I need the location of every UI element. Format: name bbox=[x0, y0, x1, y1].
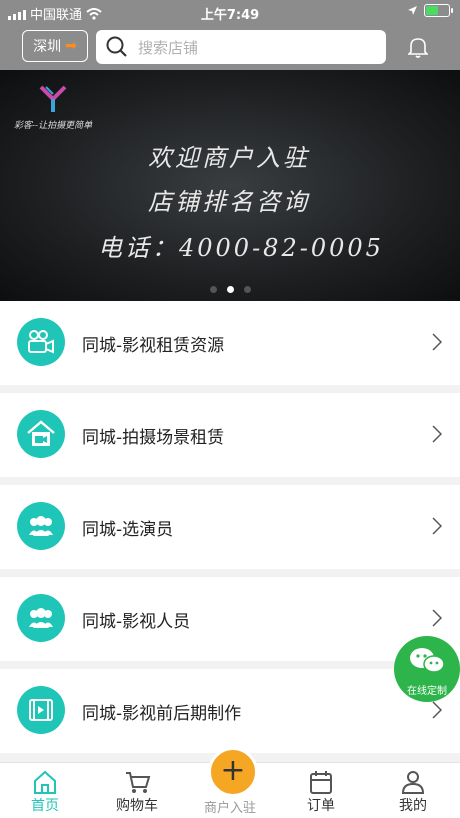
brand-logo bbox=[39, 85, 67, 112]
top-header: 深圳 ➡ 搜索店铺 bbox=[0, 24, 460, 70]
banner-line-2: 店铺排名咨询 bbox=[148, 188, 310, 216]
category-item-post-production[interactable]: 同城-影视前后期制作 bbox=[0, 669, 460, 753]
film-icon bbox=[17, 686, 65, 734]
tab-label: 购物车 bbox=[116, 798, 158, 814]
carousel-dot-active[interactable] bbox=[226, 286, 234, 293]
banner-tagline: 彩客--让拍摄更简单 bbox=[14, 121, 93, 131]
cart-icon bbox=[126, 772, 151, 793]
status-right bbox=[407, 4, 453, 17]
tab-label: 我的 bbox=[399, 798, 427, 814]
banner-line-3: 电话：4000-82-0005 bbox=[98, 234, 384, 262]
category-item-film-staff[interactable]: 同城-影视人员 bbox=[0, 577, 460, 661]
category-label: 同城-影视租赁资源 bbox=[82, 336, 225, 356]
chevron-right-icon bbox=[432, 609, 442, 627]
clock: 上午7:49 bbox=[200, 8, 260, 23]
city-label: 深圳 bbox=[33, 39, 62, 55]
bell-icon[interactable] bbox=[408, 36, 428, 58]
category-label: 同城-拍摄场景租赁 bbox=[82, 428, 225, 448]
calendar-icon bbox=[310, 771, 332, 794]
category-item-scene-rental[interactable]: 同城-拍摄场景租赁 bbox=[0, 393, 460, 477]
tab-label: 首页 bbox=[31, 798, 59, 814]
category-item-rental-resources[interactable]: 同城-影视租赁资源 bbox=[0, 301, 460, 385]
house-camera-icon bbox=[17, 410, 65, 458]
bottom-tab-bar: 首页 购物车 + 商户入驻 订单 我的 bbox=[0, 747, 460, 818]
carousel-dot[interactable] bbox=[209, 286, 217, 293]
location-arrow-icon bbox=[408, 6, 417, 15]
tab-label: 订单 bbox=[307, 798, 335, 814]
category-label: 同城-选演员 bbox=[82, 520, 174, 540]
banner-line-1: 欢迎商户入驻 bbox=[148, 144, 310, 172]
people-icon bbox=[17, 502, 65, 550]
category-label: 同城-影视前后期制作 bbox=[82, 704, 242, 724]
category-item-select-actors[interactable]: 同城-选演员 bbox=[0, 485, 460, 569]
search-placeholder: 搜索店铺 bbox=[138, 38, 199, 57]
city-selector[interactable]: 深圳 ➡ bbox=[22, 30, 88, 62]
tab-orders[interactable]: 订单 bbox=[286, 769, 356, 815]
chevron-right-icon bbox=[432, 425, 442, 443]
people-icon bbox=[17, 594, 65, 642]
wechat-icon bbox=[410, 648, 445, 673]
user-icon bbox=[401, 771, 425, 794]
carousel-dot[interactable] bbox=[243, 286, 251, 293]
wechat-label: 在线定制 bbox=[407, 686, 447, 697]
status-bar: 中国联通 上午7:49 bbox=[0, 0, 460, 24]
arrow-right-icon: ➡ bbox=[65, 38, 77, 54]
promo-banner[interactable]: 彩客--让拍摄更简单 欢迎商户入驻 店铺排名咨询 电话：4000-82-0005 bbox=[0, 70, 460, 301]
tab-cart[interactable]: 购物车 bbox=[102, 769, 172, 815]
wechat-custom-button[interactable]: 在线定制 bbox=[394, 636, 460, 702]
add-merchant-button[interactable]: + bbox=[208, 747, 258, 797]
tab-mine[interactable]: 我的 bbox=[378, 769, 448, 815]
chevron-right-icon bbox=[432, 333, 442, 351]
battery-icon bbox=[424, 4, 453, 17]
home-icon bbox=[34, 770, 56, 794]
chevron-right-icon bbox=[432, 701, 442, 719]
category-label: 同城-影视人员 bbox=[82, 612, 191, 632]
tab-home[interactable]: 首页 bbox=[10, 769, 80, 815]
camera-icon bbox=[17, 318, 65, 366]
tab-merchant-label[interactable]: 商户入驻 bbox=[190, 797, 270, 816]
carousel-dots bbox=[0, 286, 460, 293]
chevron-right-icon bbox=[432, 517, 442, 535]
search-input[interactable]: 搜索店铺 bbox=[96, 30, 386, 64]
search-icon bbox=[106, 36, 127, 57]
